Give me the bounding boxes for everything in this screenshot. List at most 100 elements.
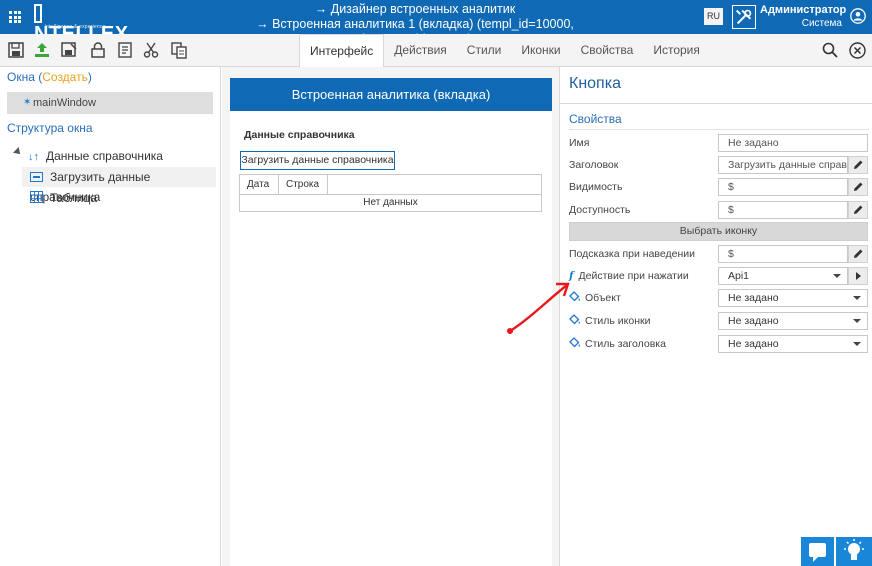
table-header: Дата Строка [240,175,541,195]
app-header: NTELLEX intelligence & experience → Диза… [0,0,872,46]
search-icon[interactable] [822,42,838,58]
edit-availability-button[interactable] [848,201,868,219]
title-style-value: Не задано [728,338,779,350]
prop-click-action-label: f Действие при нажатии [569,267,689,285]
tree-item-table[interactable]: Таблица [30,188,97,208]
lock-icon[interactable] [89,41,107,59]
ref-data-title[interactable]: Данные справочника [244,129,355,141]
structure-panel: Окна (Создать) ✶ mainWindow Структура ок… [0,67,221,566]
chevron-down-icon [853,342,861,346]
document-icon[interactable] [116,41,134,59]
apps-grid-icon[interactable] [9,11,21,23]
user-avatar-icon[interactable] [850,8,866,24]
icon-style-select[interactable]: Не задано [718,312,868,330]
user-name[interactable]: Администратор [760,4,846,16]
object-value: Не задано [728,292,779,304]
pencil-icon [854,160,863,169]
click-action-value: Api1 [728,270,750,282]
column-string[interactable]: Строка [279,175,328,194]
prop-tooltip-input[interactable]: $ [718,245,848,263]
annotation-arrow [507,282,570,334]
close-icon[interactable] [849,42,866,59]
chat-button[interactable] [801,537,834,566]
prop-name-label: Имя [569,137,590,149]
empty-message: Нет данных [363,197,418,208]
table-icon [30,191,43,203]
data-table[interactable]: Дата Строка Нет данных [239,174,542,212]
intellex-logo: NTELLEX intelligence & experience [34,4,128,44]
tree-item-load-button[interactable]: Загрузить данные справочника [22,167,216,204]
button-icon [30,172,43,182]
copy-icon[interactable] [170,41,188,59]
title-style-select[interactable]: Не задано [718,335,868,353]
windows-label: Окна [7,70,35,84]
tree-item-label: Данные справочника [46,149,163,163]
pencil-icon [854,249,863,258]
load-ref-data-button[interactable]: Загрузить данные справочника [240,151,395,170]
divider [569,129,869,130]
structure-heading: Структура окна [7,121,93,135]
upload-icon[interactable] [33,41,51,59]
tab-interface[interactable]: Интерфейс [299,34,385,68]
prop-visibility-input[interactable]: $ [718,178,848,196]
breadcrumb-designer[interactable]: → Дизайнер встроенных аналитик [205,2,625,17]
click-action-select[interactable]: Api1 [718,267,848,285]
object-select[interactable]: Не задано [718,289,868,307]
prop-availability-input[interactable]: $ [718,201,848,219]
properties-section-title: Свойства [569,112,622,126]
chevron-down-icon [853,319,861,323]
icon-style-value: Не задано [728,315,779,327]
tab-properties[interactable]: Свойства [571,34,644,67]
analytics-banner: Встроенная аналитика (вкладка) [230,78,552,111]
chevron-down-icon [833,274,841,278]
language-switch[interactable]: RU [704,8,723,25]
logo-tagline: intelligence & experience [45,24,106,30]
choose-icon-button[interactable]: Выбрать иконку [569,222,868,241]
icon-style-text: Стиль иконки [585,315,651,327]
main-tabs: Интерфейс Действия Стили Иконки Свойства… [299,34,710,68]
star-icon: ✶ [23,97,32,108]
tab-styles[interactable]: Стили [457,34,512,67]
save-icon[interactable] [7,41,25,59]
prop-visibility-label: Видимость [569,181,623,193]
sort-arrows-icon: ↓↑ [28,151,39,163]
prop-title-style-label: Стиль заголовка [569,335,666,353]
user-role: Система [801,18,842,29]
prop-caption-input[interactable]: Загрузить данные справ [718,156,848,174]
prop-availability-label: Доступность [569,204,631,216]
click-action-text: Действие при нажатии [578,270,689,282]
create-window-link[interactable]: Создать [42,70,88,84]
tree-item-label: Таблица [50,191,98,205]
prop-caption-label: Заголовок [569,159,619,171]
divider [560,103,872,104]
window-item-main[interactable]: ✶ mainWindow [7,92,213,114]
cut-icon[interactable] [142,41,160,59]
edit-tooltip-button[interactable] [848,245,868,263]
window-item-label: mainWindow [33,97,96,109]
pencil-icon [854,205,863,214]
column-date[interactable]: Дата [240,175,279,194]
prop-icon-style-label: Стиль иконки [569,312,650,330]
run-action-button[interactable] [848,267,868,285]
admin-tools-icon[interactable] [732,5,756,29]
tab-icons[interactable]: Иконки [511,34,570,67]
tips-button[interactable] [836,537,872,566]
object-text: Объект [585,292,621,304]
chevron-down-icon [853,296,861,300]
play-icon [856,272,861,280]
save-as-icon[interactable] [60,41,78,59]
tab-actions[interactable]: Действия [384,34,457,67]
title-style-text: Стиль заголовка [585,338,666,350]
edit-visibility-button[interactable] [848,178,868,196]
panel-title: Кнопка [569,75,621,92]
tab-history[interactable]: История [643,34,710,67]
lightbulb-icon [844,539,864,560]
prop-name-input[interactable]: Не задано [718,134,868,152]
prop-object-label: Объект [569,289,621,307]
properties-panel: Кнопка Свойства Имя Не задано Заголовок … [559,67,872,566]
prop-tooltip-label: Подсказка при наведении [569,248,695,260]
tree-item-ref-data[interactable]: ↓↑ Данные справочника [28,146,163,166]
edit-caption-button[interactable] [848,156,868,174]
windows-heading: Окна (Создать) [7,70,92,84]
collapse-triangle-icon[interactable] [13,147,23,157]
